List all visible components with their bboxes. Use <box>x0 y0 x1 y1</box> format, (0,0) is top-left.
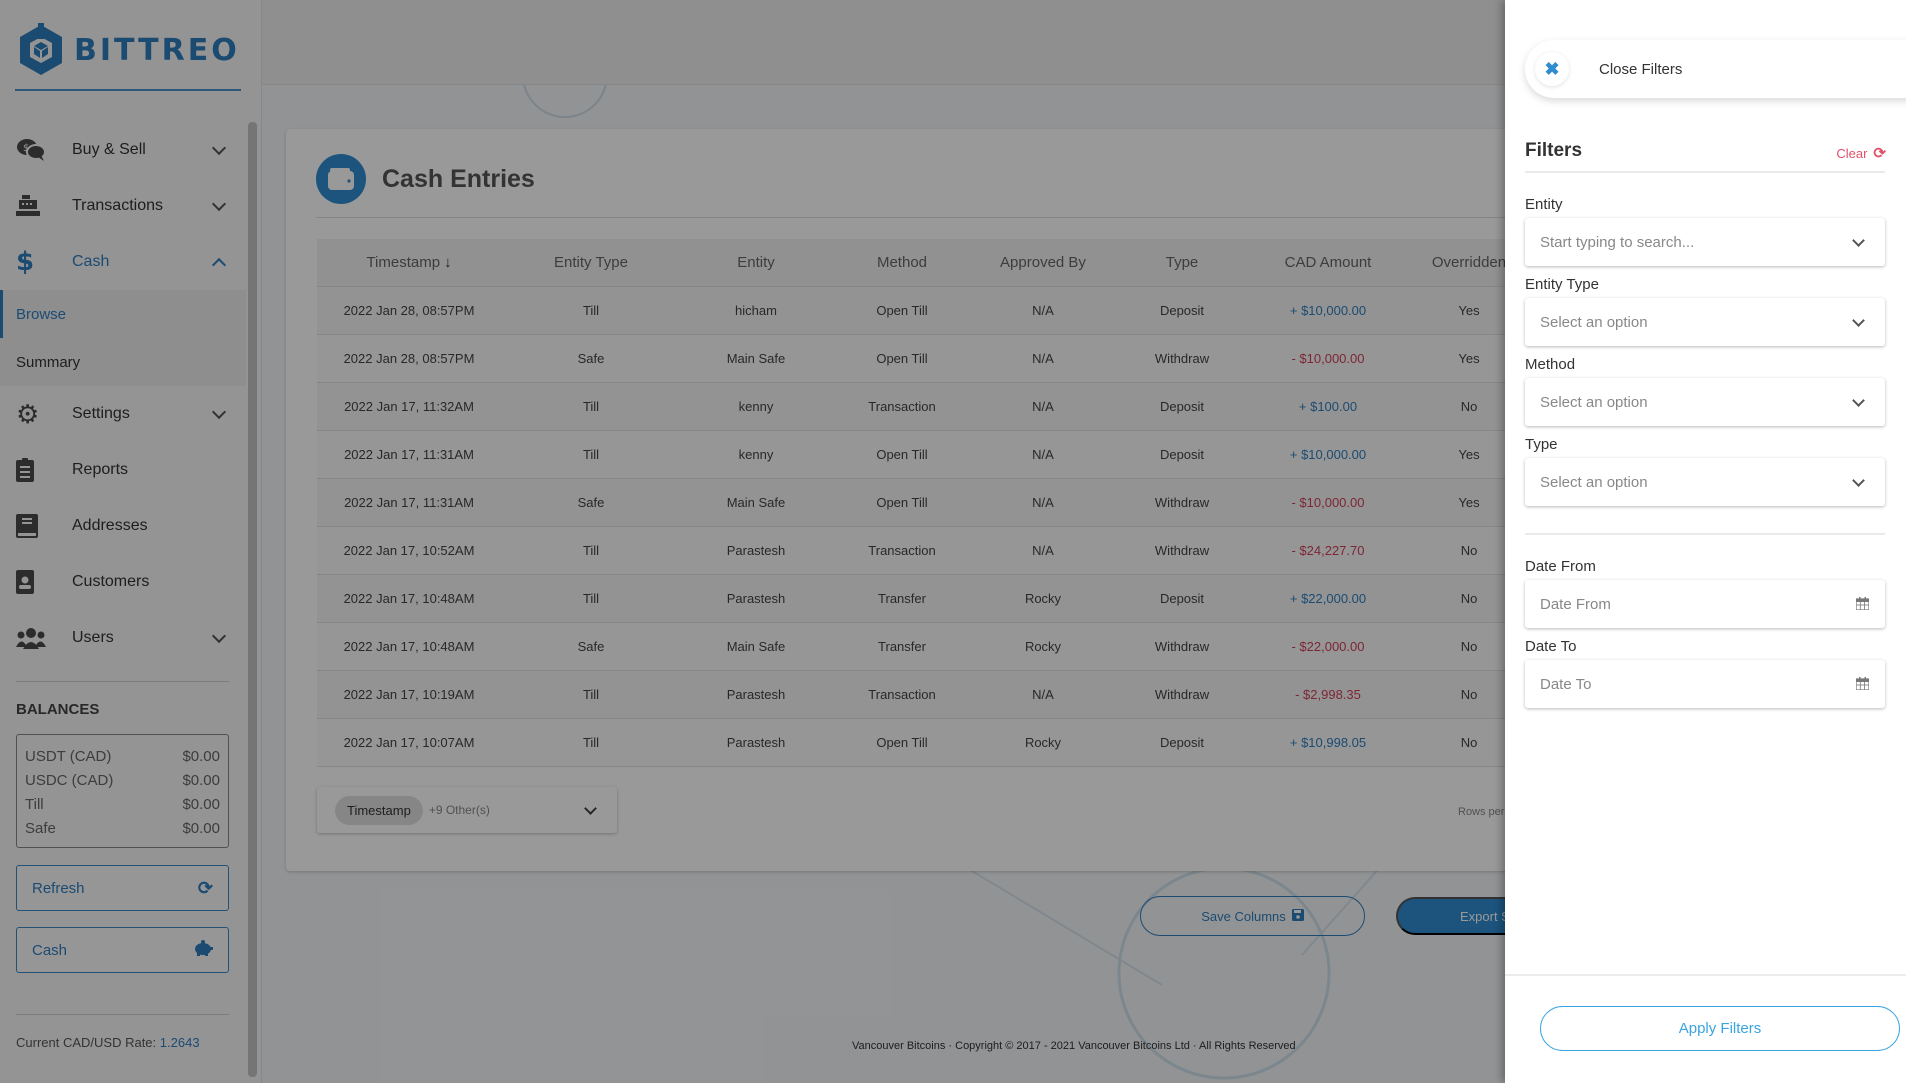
entity-type-placeholder: Select an option <box>1540 313 1648 331</box>
entity-type-label: Entity Type <box>1525 276 1599 293</box>
chevron-down-icon <box>1852 234 1865 247</box>
close-icon: ✖ <box>1535 52 1569 86</box>
chevron-down-icon <box>1852 314 1865 327</box>
date-from-label: Date From <box>1525 558 1596 575</box>
date-to-input[interactable]: Date To <box>1525 660 1885 708</box>
entity-type-select[interactable]: Select an option <box>1525 298 1885 346</box>
filters-footer-divider <box>1505 974 1906 976</box>
date-from-input[interactable]: Date From <box>1525 580 1885 628</box>
method-label: Method <box>1525 356 1576 373</box>
filters-divider <box>1525 171 1885 173</box>
entity-label: Entity <box>1525 196 1563 213</box>
sync-icon: ⟳ <box>1873 145 1886 162</box>
chevron-down-icon <box>1852 394 1865 407</box>
filters-divider <box>1525 533 1885 535</box>
type-select[interactable]: Select an option <box>1525 458 1885 506</box>
clear-filters-button[interactable]: Clear ⟳ <box>1836 144 1886 162</box>
method-placeholder: Select an option <box>1540 393 1648 411</box>
close-filters-button[interactable]: ✖ Close Filters <box>1525 40 1906 98</box>
calendar-icon <box>1856 677 1869 690</box>
modal-backdrop[interactable] <box>0 0 1505 1083</box>
method-select[interactable]: Select an option <box>1525 378 1885 426</box>
clear-label: Clear <box>1836 145 1868 161</box>
filters-title: Filters <box>1525 140 1583 161</box>
entity-search-select[interactable]: Start typing to search... <box>1525 218 1885 266</box>
chevron-down-icon <box>1852 474 1865 487</box>
entity-placeholder: Start typing to search... <box>1540 233 1695 251</box>
apply-filters-button[interactable]: Apply Filters <box>1540 1006 1900 1051</box>
date-to-placeholder: Date To <box>1540 675 1592 693</box>
close-filters-label: Close Filters <box>1599 60 1683 78</box>
type-label: Type <box>1525 436 1558 453</box>
calendar-icon <box>1856 597 1869 610</box>
date-to-label: Date To <box>1525 638 1577 655</box>
filters-panel: ✖ Close Filters Filters Clear ⟳ Entity S… <box>1505 0 1906 1083</box>
type-placeholder: Select an option <box>1540 473 1648 491</box>
date-from-placeholder: Date From <box>1540 595 1611 613</box>
